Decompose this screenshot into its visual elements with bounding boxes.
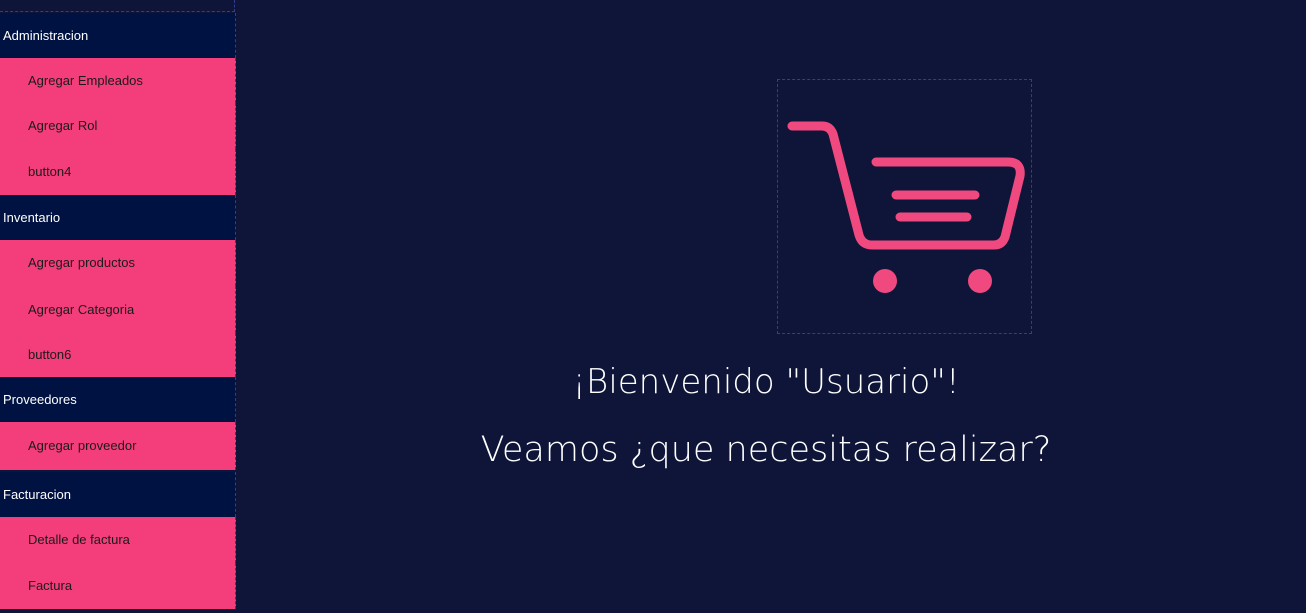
agregar-rol-button[interactable]: Agregar Rol <box>0 103 236 149</box>
sidebar-menu: Administracion Agregar Empleados Agregar… <box>0 0 236 613</box>
welcome-subtitle: Veamos ¿que necesitas realizar? <box>480 430 1052 470</box>
section-facturacion-button[interactable]: Facturacion <box>0 472 236 517</box>
agregar-categoria-button[interactable]: Agregar Categoria <box>0 286 236 333</box>
logo-picture-box <box>777 79 1032 334</box>
button6-button[interactable]: button6 <box>0 333 236 377</box>
button4-button[interactable]: button4 <box>0 149 236 195</box>
main-content: ¡Bienvenido "Usuario"! Veamos ¿que neces… <box>236 0 1306 613</box>
welcome-title: ¡Bienvenido "Usuario"! <box>572 362 960 402</box>
section-proveedores-button[interactable]: Proveedores <box>0 377 236 422</box>
agregar-productos-button[interactable]: Agregar productos <box>0 240 236 286</box>
section-administracion-button[interactable]: Administracion <box>0 13 236 58</box>
sidebar-top-panel <box>0 0 235 12</box>
factura-button[interactable]: Factura <box>0 563 236 609</box>
app-window: Administracion Agregar Empleados Agregar… <box>0 0 1306 613</box>
section-inventario-button[interactable]: Inventario <box>0 195 236 240</box>
detalle-de-factura-button[interactable]: Detalle de factura <box>0 517 236 563</box>
agregar-proveedor-button[interactable]: Agregar proveedor <box>0 422 236 470</box>
agregar-empleados-button[interactable]: Agregar Empleados <box>0 58 236 103</box>
shopping-cart-icon <box>787 121 1025 293</box>
